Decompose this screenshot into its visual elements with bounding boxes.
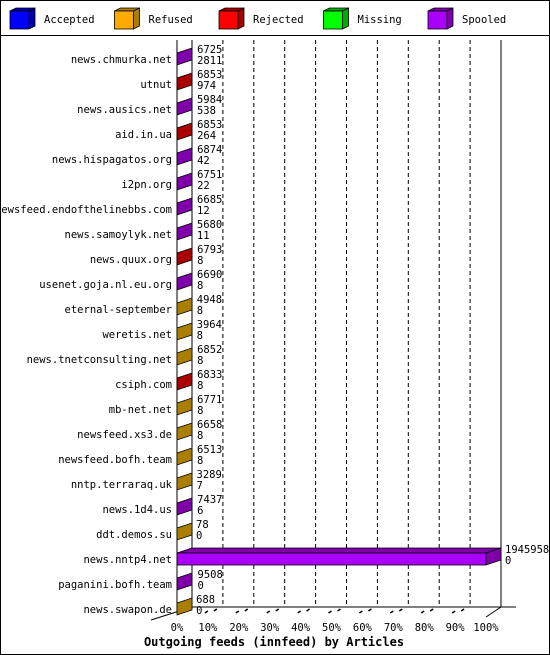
row-label: news.tnetconsulting.net [27,354,172,366]
row-label: utnut [140,79,172,91]
bar-value-secondary: 0 [198,580,204,592]
x-tick-label: 60% [353,622,373,634]
row-label: eternal-september [65,304,172,316]
bar-value-secondary: 2811 [197,55,222,67]
x-tick-label: 20% [229,622,249,634]
legend-swatch [218,10,239,30]
x-tick-label: 40% [291,622,311,634]
legend-label: Refused [149,14,193,26]
bar-top [176,547,502,554]
row-label: mb-net.net [109,404,172,416]
row-label: nntp.terraraq.uk [71,479,173,491]
bar-value-secondary: 6 [197,505,203,517]
bar-value-secondary: 11 [197,230,210,242]
bar-value-secondary: 264 [197,130,216,142]
row-label: news.quux.org [90,254,172,266]
legend-swatch-side [133,7,140,30]
row-label: newsfeed.endofthelinebbs.com [0,204,172,216]
x-tick-label: 80% [415,622,435,634]
legend-swatch-side [342,7,349,30]
legend-label: Spooled [462,14,506,26]
legend-swatch [323,10,343,30]
x-tick-label: 50% [322,622,342,634]
row-label: i2pn.org [121,179,172,191]
bar-value-secondary: 22 [197,180,210,192]
bar-value-secondary: 8 [197,455,203,467]
bar-value-secondary: 7 [197,480,203,492]
chart-title: Outgoing feeds (innfeed) by Articles [144,635,404,649]
row-label: news.hispagatos.org [52,154,172,166]
bar [176,552,487,566]
legend-swatch-side [28,7,36,30]
bar-value-secondary: 8 [197,330,203,342]
row-label: newsfeed.bofh.team [58,454,172,466]
row-label: paganini.bofh.team [58,579,172,591]
legend-label: Accepted [44,14,95,26]
bar-value-secondary: 8 [197,355,203,367]
row-label: aid.in.ua [115,129,172,141]
x-tick-label: 30% [260,622,280,634]
x-tick-label: 70% [384,622,404,634]
bar-value-total: 1945958 [505,544,549,556]
row-label: ddt.demos.su [96,529,172,541]
bar-value-secondary: 8 [197,280,203,292]
legend-swatch [114,10,134,30]
legend-swatch-side [237,7,245,30]
bar-value-secondary: 974 [197,80,216,92]
legend-swatch [427,10,448,30]
bar-value-secondary: 8 [197,430,203,442]
legend-swatch-side [446,7,454,30]
row-label: news.chmurka.net [71,54,172,66]
x-tick-label: 0% [171,622,184,634]
bar-value-secondary: 0 [196,530,202,542]
legend-label: Rejected [253,14,304,26]
row-label: news.ausics.net [77,104,172,116]
x-tick-label: 100% [473,622,499,634]
x-tick-label: 90% [446,622,466,634]
bar-value-secondary: 8 [197,380,203,392]
row-label: news.swapon.de [83,604,172,616]
bar-value-secondary: 538 [197,105,216,117]
bar-value-secondary: 12 [197,205,210,217]
bar-value-secondary: 0 [196,605,202,617]
row-label: news.nntp4.net [83,554,172,566]
row-label: csiph.com [115,379,172,391]
bar-value-secondary: 42 [197,155,210,167]
row-label: weretis.net [102,329,172,341]
row-label: news.1d4.us [102,504,172,516]
bar-value-secondary: 8 [197,405,203,417]
legend-swatch [9,10,30,30]
bar-value-secondary: 8 [197,305,203,317]
x-tick-label: 10% [198,622,218,634]
legend-label: Missing [358,14,402,26]
row-label: usenet.goja.nl.eu.org [39,279,172,291]
bar-value-secondary: 8 [197,255,203,267]
row-label: newsfeed.xs3.de [77,429,172,441]
row-label: news.samoylyk.net [65,229,172,241]
innfeed-articles-chart: Accepted Refused Rejected Missing Spooled 0%… [0,0,550,655]
bar-value-secondary: 0 [505,555,511,567]
